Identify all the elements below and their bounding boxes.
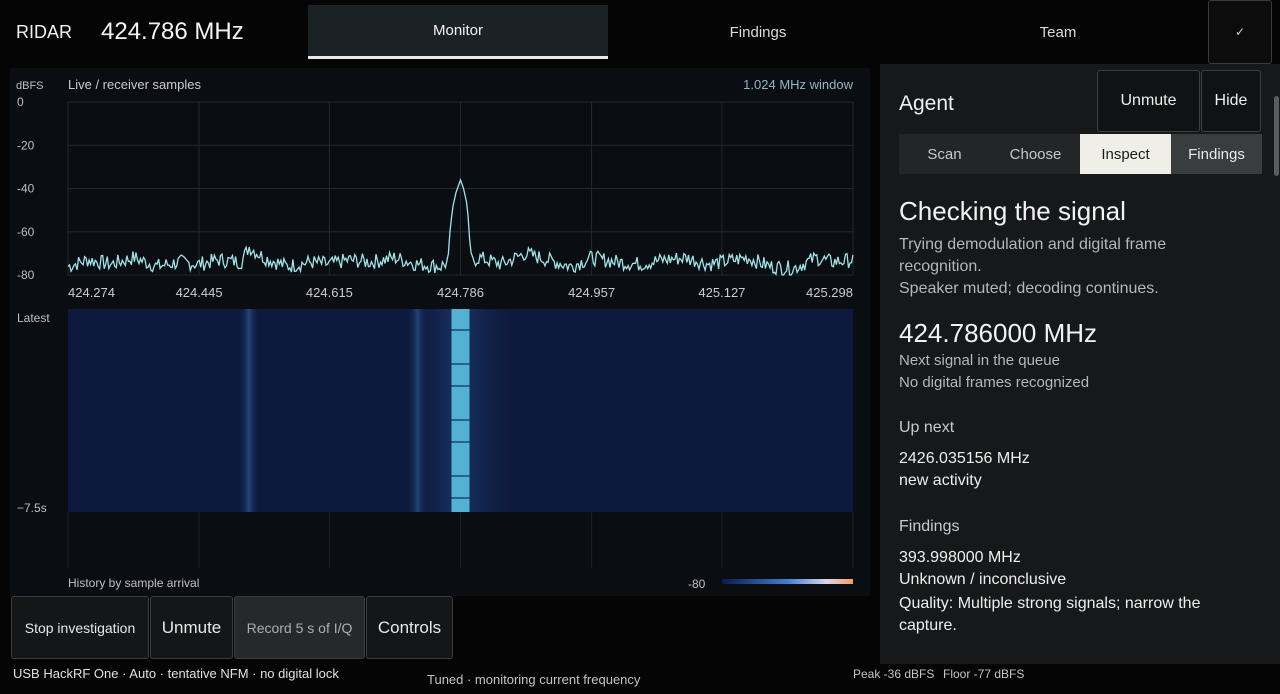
app-title: RIDAR <box>16 22 73 42</box>
spectrum-panel: Live / receiver samples 1.024 MHz window… <box>10 68 870 596</box>
finding-classification: Unknown / inconclusive <box>899 571 1067 588</box>
finding-quality: Quality: Multiple strong signals; narrow… <box>899 595 1201 634</box>
current-frequency: 424.786 MHz <box>101 18 244 45</box>
x-tick-labels: 424.274 424.445 424.615 424.786 424.957 425.1… <box>68 285 853 300</box>
colorbar-label: -80 <box>688 577 706 591</box>
x-tick-label: 425.127 <box>698 285 745 300</box>
spectrum-grid <box>67 101 854 276</box>
tab-monitor[interactable]: Monitor <box>308 5 608 59</box>
agent-title: Agent <box>899 92 954 115</box>
step-choose[interactable]: Choose <box>990 134 1081 174</box>
y-tick-label: -20 <box>17 138 35 152</box>
x-tick-label: 424.445 <box>176 285 223 300</box>
finding-frequency: 393.998000 MHz <box>899 549 1021 566</box>
step-scan[interactable]: Scan <box>899 134 990 174</box>
waterfall-grid <box>67 512 854 568</box>
findings-heading: Findings <box>899 518 960 535</box>
spectrum-title: Live / receiver samples <box>68 77 201 92</box>
unmute-button[interactable]: Unmute <box>150 596 233 659</box>
y-tick-label: -60 <box>17 225 35 239</box>
x-tick-label: 424.274 <box>68 285 115 300</box>
peak-readout: Peak -36 dBFS <box>853 667 935 681</box>
agent-panel: Agent Unmute Hide Scan Choose Inspect Fi… <box>880 64 1280 664</box>
up-next-heading: Up next <box>899 419 955 436</box>
y-tick-label: 0 <box>17 95 24 109</box>
window-size: 1.024 MHz window <box>743 77 853 92</box>
colorbar <box>722 579 853 584</box>
y-axis-unit: dBFS <box>16 80 44 92</box>
waterfall-signal-band <box>451 309 470 512</box>
waterfall-faint-band <box>238 309 259 512</box>
time-label-oldest: −7.5s <box>17 501 47 515</box>
confirm-button[interactable]: ✓ <box>1208 0 1272 64</box>
up-next-note: new activity <box>899 472 982 489</box>
x-tick-label: 424.786 <box>437 285 484 300</box>
y-tick-labels: 0 -20 -40 -60 -80 <box>17 95 35 282</box>
history-label: History by sample arrival <box>68 576 199 590</box>
x-tick-label: 425.298 <box>806 285 853 300</box>
tab-team[interactable]: Team <box>908 5 1208 59</box>
agent-unmute-button[interactable]: Unmute <box>1097 70 1200 132</box>
device-status: USB HackRF One · Auto · tentative NFM · … <box>13 666 339 681</box>
stop-investigation-button[interactable]: Stop investigation <box>11 596 149 659</box>
agent-status-description: Trying demodulation and digital frame re… <box>899 234 1219 300</box>
agent-next-note: Next signal in the queue <box>899 352 1060 369</box>
y-tick-label: -80 <box>17 268 35 282</box>
agent-status-heading: Checking the signal <box>899 196 1126 226</box>
agent-status-line: Trying demodulation and digital frame re… <box>899 236 1167 275</box>
tab-findings[interactable]: Findings <box>608 5 908 59</box>
controls-button[interactable]: Controls <box>366 596 453 659</box>
x-tick-label: 424.957 <box>568 285 615 300</box>
tuning-status: Tuned · monitoring current frequency <box>427 672 641 687</box>
step-inspect[interactable]: Inspect <box>1080 134 1171 174</box>
x-tick-label: 424.615 <box>306 285 353 300</box>
spectrum-chart[interactable]: Live / receiver samples 1.024 MHz window… <box>10 68 870 596</box>
agent-frequency: 424.786000 MHz <box>899 318 1098 348</box>
agent-scrollbar[interactable] <box>1274 96 1279 176</box>
floor-readout: Floor -77 dBFS <box>943 667 1025 681</box>
agent-status-line: Speaker muted; decoding continues. <box>899 280 1159 297</box>
y-tick-label: -40 <box>17 182 35 196</box>
record-iq-button[interactable]: Record 5 s of I/Q <box>234 596 365 659</box>
step-findings[interactable]: Findings <box>1171 134 1262 174</box>
up-next-frequency: 2426.035156 MHz <box>899 450 1030 467</box>
check-icon: ✓ <box>1234 25 1246 39</box>
agent-hide-button[interactable]: Hide <box>1201 70 1261 132</box>
top-bar: RIDAR 424.786 MHz Monitor Findings Team … <box>0 0 1280 64</box>
time-label-latest: Latest <box>17 311 50 325</box>
agent-frames-note: No digital frames recognized <box>899 374 1090 391</box>
